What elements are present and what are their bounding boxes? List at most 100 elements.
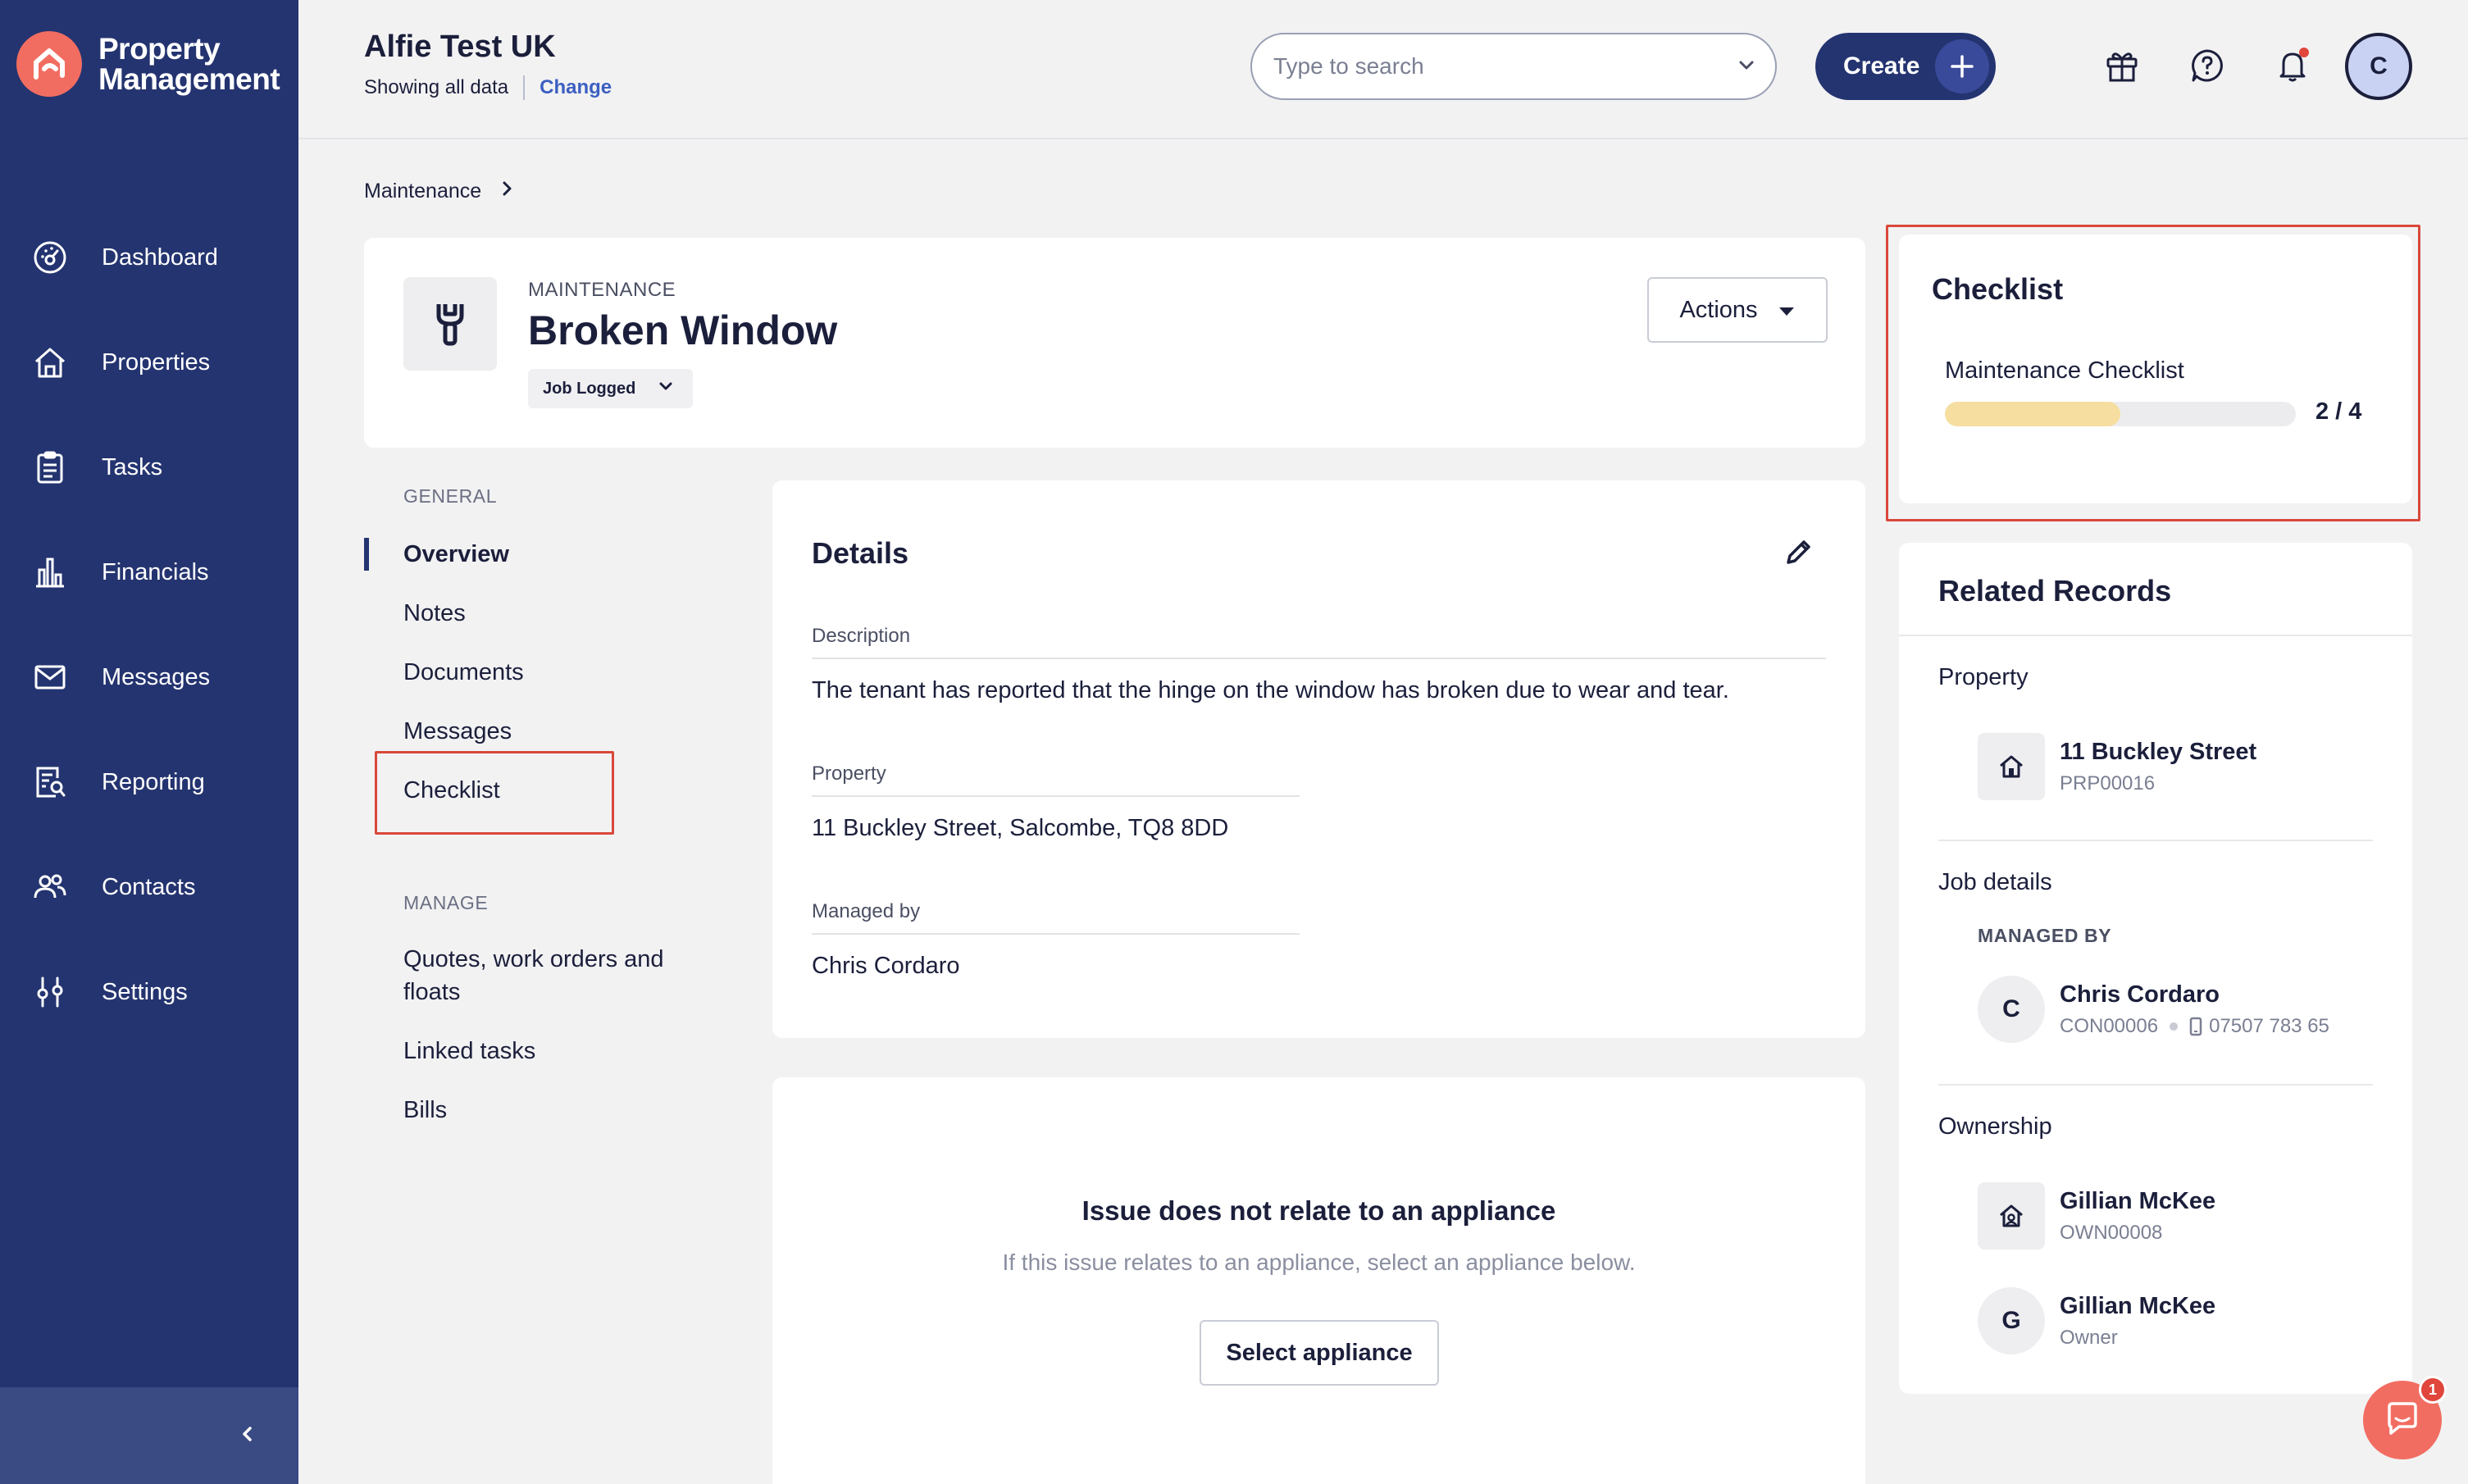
nav-label: Contacts	[102, 873, 196, 900]
description-label: Description	[812, 625, 1826, 659]
wrench-icon	[403, 277, 497, 371]
search-input[interactable]	[1273, 53, 1736, 80]
divider	[523, 75, 526, 100]
manager-phone: 07507 783 65	[2209, 1014, 2329, 1037]
app-logo[interactable]: Property Management	[16, 31, 280, 97]
people-icon	[31, 868, 69, 906]
owner-contact-item[interactable]: G Gillian McKee Owner	[1978, 1287, 2215, 1354]
nav-messages[interactable]: Messages	[0, 625, 298, 730]
breadcrumb: Maintenance	[364, 179, 516, 204]
nav-tasks[interactable]: Tasks	[0, 415, 298, 520]
nav-label: Settings	[102, 978, 188, 1005]
owner1-ref: OWN00008	[2060, 1221, 2163, 1244]
nav-properties[interactable]: Properties	[0, 310, 298, 415]
sidebar: Property Management Dashboard Properties…	[0, 0, 298, 1484]
scope-text: Showing all data	[364, 76, 509, 98]
managed-by-label: Managed by	[812, 900, 1300, 935]
top-header: Alfie Test UK Showing all data Change Cr…	[298, 0, 2468, 139]
appliance-subtitle: If this issue relates to an appliance, s…	[1002, 1250, 1636, 1275]
manager-contact-item[interactable]: C Chris Cordaro CON00006 07507 783 65	[1978, 976, 2329, 1043]
tab-notes[interactable]: Notes	[364, 597, 466, 630]
nav-label: Messages	[102, 663, 211, 690]
chevron-right-icon	[499, 179, 516, 204]
sliders-icon	[31, 973, 69, 1011]
help-icon[interactable]	[2188, 46, 2227, 85]
owner2-role: Owner	[2060, 1326, 2118, 1349]
chevron-down-icon[interactable]	[1736, 54, 1757, 80]
home-icon	[31, 344, 69, 381]
app-name-line2: Management	[98, 62, 280, 96]
actions-button[interactable]: Actions	[1647, 277, 1828, 343]
property-name: 11 Buckley Street	[2060, 738, 2257, 765]
chevron-down-icon	[657, 377, 675, 400]
separator-dot	[2170, 1022, 2179, 1031]
nav-label: Reporting	[102, 768, 205, 795]
description-value: The tenant has reported that the hinge o…	[812, 677, 1729, 703]
nav-dashboard[interactable]: Dashboard	[0, 205, 298, 310]
account-scope: Showing all data Change	[364, 75, 612, 100]
record-header-card: MAINTENANCE Broken Window Job Logged Act…	[364, 238, 1865, 448]
tab-messages[interactable]: Messages	[364, 715, 512, 748]
tab-documents[interactable]: Documents	[364, 656, 524, 689]
divider	[1938, 1084, 2373, 1086]
record-type: MAINTENANCE	[528, 279, 676, 301]
account-name: Alfie Test UK	[364, 30, 556, 64]
divider	[1938, 840, 2373, 841]
nav-financials[interactable]: Financials	[0, 520, 298, 625]
ownership-heading: Ownership	[1938, 1113, 2052, 1140]
pencil-icon[interactable]	[1780, 535, 1816, 571]
notification-dot	[2299, 48, 2309, 57]
manager-ref: CON00006	[2060, 1014, 2159, 1037]
status-dropdown[interactable]: Job Logged	[528, 369, 694, 408]
sidebar-collapse-button[interactable]	[0, 1387, 298, 1484]
owner2-name: Gillian McKee	[2060, 1292, 2216, 1319]
user-avatar[interactable]: C	[2345, 33, 2412, 100]
details-title: Details	[812, 536, 909, 570]
property-value: 11 Buckley Street, Salcombe, TQ8 8DD	[812, 815, 1229, 841]
section-heading-general: GENERAL	[403, 485, 498, 507]
logo-mark-icon	[16, 31, 82, 97]
job-details-heading: Job details	[1938, 869, 2052, 895]
tab-overview[interactable]: Overview	[364, 538, 509, 571]
manager-name: Chris Cordaro	[2060, 981, 2220, 1008]
phone-icon	[2189, 1017, 2202, 1036]
breadcrumb-maintenance[interactable]: Maintenance	[364, 180, 481, 203]
tab-bills[interactable]: Bills	[364, 1094, 447, 1127]
manager-avatar: C	[1978, 976, 2045, 1043]
highlight-checklist-card	[1886, 225, 2420, 521]
related-property-item[interactable]: 11 Buckley Street PRP00016	[1978, 733, 2256, 800]
change-link[interactable]: Change	[540, 76, 612, 99]
create-button[interactable]: Create	[1815, 33, 1996, 100]
nav-settings[interactable]: Settings	[0, 940, 298, 1045]
tab-linked-tasks[interactable]: Linked tasks	[364, 1035, 535, 1067]
owner-record-item[interactable]: Gillian McKee OWN00008	[1978, 1182, 2215, 1250]
search-box[interactable]	[1250, 33, 1777, 100]
gift-icon[interactable]	[2102, 46, 2142, 85]
select-appliance-button[interactable]: Select appliance	[1200, 1320, 1439, 1386]
nav-contacts[interactable]: Contacts	[0, 835, 298, 940]
owner-avatar: G	[1978, 1287, 2045, 1354]
clipboard-icon	[31, 448, 69, 486]
managed-by-heading: MANAGED BY	[1978, 925, 2112, 946]
nav-label: Properties	[102, 348, 211, 376]
nav-label: Tasks	[102, 453, 163, 480]
chat-launcher-button[interactable]: 1	[2363, 1376, 2447, 1459]
plus-icon	[1935, 39, 1989, 93]
nav-label: Dashboard	[102, 244, 218, 271]
chat-icon	[2383, 1399, 2422, 1442]
property-label: Property	[812, 762, 1300, 797]
related-records-card: Related Records Property 11 Buckley Stre…	[1899, 543, 2412, 1394]
related-title: Related Records	[1938, 574, 2172, 608]
page-title: Broken Window	[528, 307, 838, 353]
related-property-heading: Property	[1938, 664, 2029, 690]
create-label: Create	[1843, 52, 1920, 80]
nav-reporting[interactable]: Reporting	[0, 730, 298, 835]
tab-quotes[interactable]: Quotes, work orders and floats	[364, 943, 692, 1008]
status-label: Job Logged	[543, 379, 636, 398]
house-icon	[1978, 733, 2045, 800]
main-nav: Dashboard Properties Tasks Financials Me…	[0, 205, 298, 1045]
nav-label: Financials	[102, 558, 209, 585]
bell-icon[interactable]	[2273, 46, 2312, 85]
appliance-card: Issue does not relate to an appliance If…	[772, 1077, 1865, 1484]
mail-icon	[31, 658, 69, 696]
